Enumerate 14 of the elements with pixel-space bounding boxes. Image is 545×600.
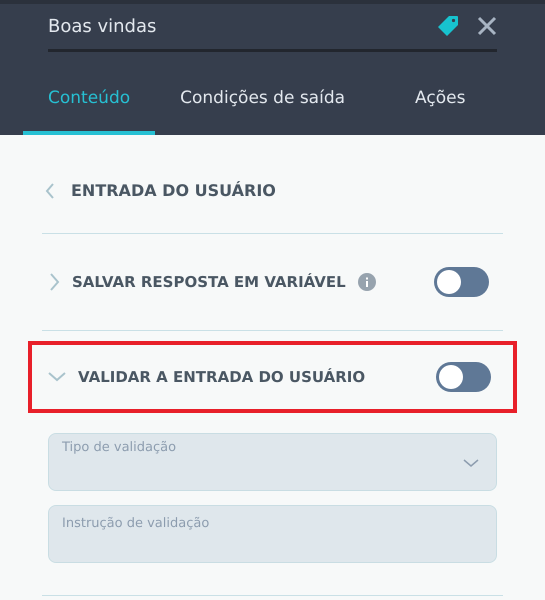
- tab[interactable]: Condições de saída: [155, 82, 370, 135]
- input-field[interactable]: Instrução de validação: [48, 505, 497, 563]
- setting-label: SALVAR RESPOSTA EM VARIÁVEL: [72, 273, 346, 291]
- section-title: ENTRADA DO USUÁRIO: [71, 181, 276, 200]
- info-icon[interactable]: [358, 273, 376, 291]
- toggle-switch[interactable]: [436, 362, 491, 392]
- tag-icon[interactable]: [437, 15, 459, 37]
- setting-label: VALIDAR A ENTRADA DO USUÁRIO: [78, 368, 366, 386]
- flow-title: Boas vindas: [48, 16, 158, 36]
- tab[interactable]: Ações: [390, 82, 490, 135]
- close-icon[interactable]: [477, 16, 497, 36]
- chevron-down-icon: [463, 459, 479, 468]
- toggle-switch[interactable]: [434, 267, 489, 297]
- tab[interactable]: Conteúdo: [23, 82, 156, 135]
